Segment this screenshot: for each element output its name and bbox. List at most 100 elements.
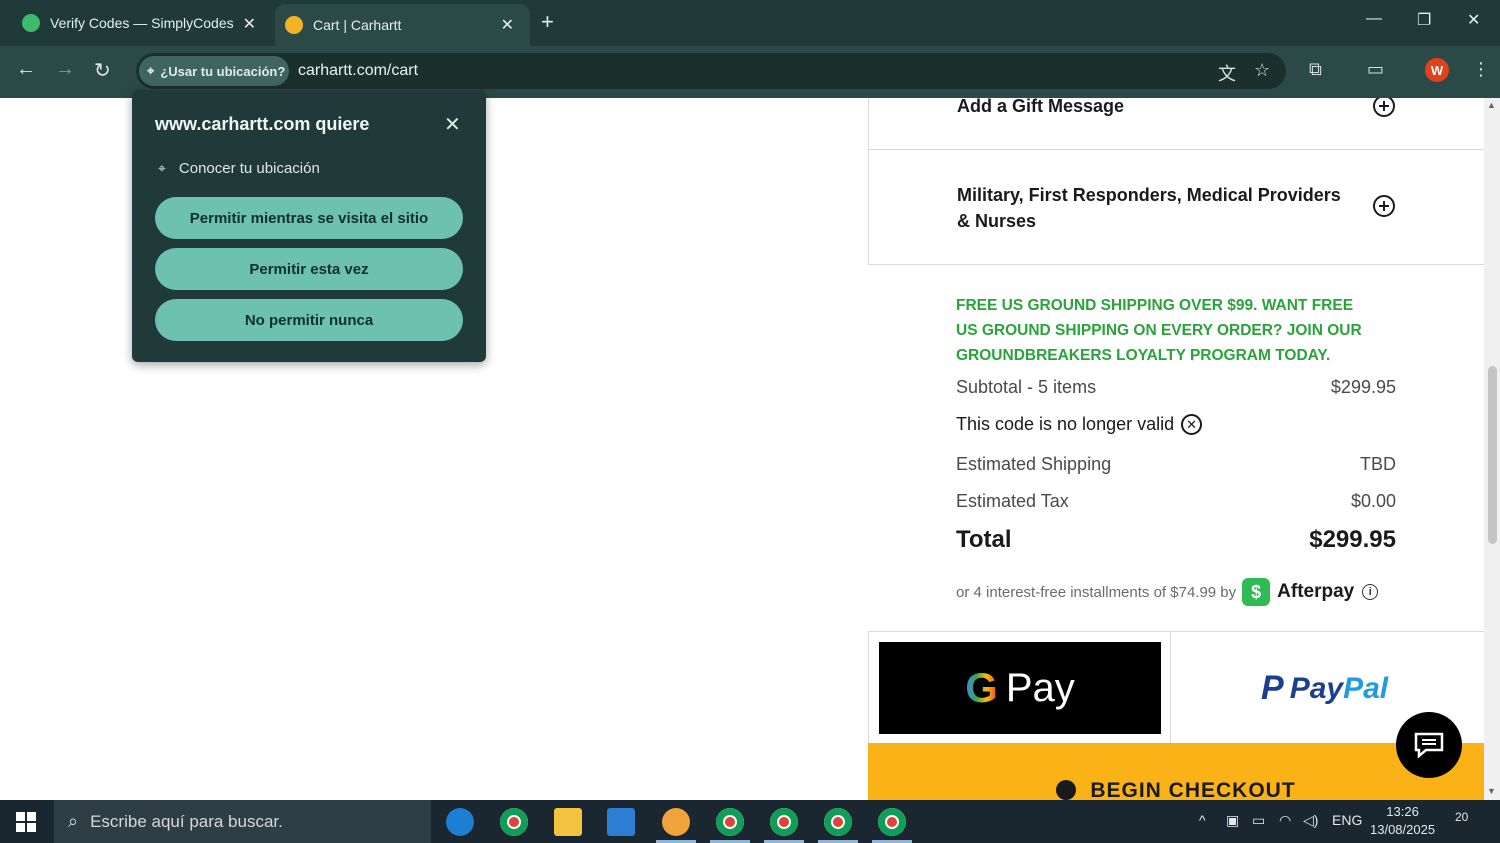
- clock-date: 13/08/2025: [1370, 822, 1436, 837]
- restore-window-icon[interactable]: ❐: [1417, 10, 1431, 30]
- remove-code-icon[interactable]: ✕: [1181, 414, 1203, 435]
- taskbar-clock[interactable]: 13:26 13/08/2025: [1370, 803, 1435, 839]
- shipping-row: Estimated Shipping TBD: [956, 454, 1396, 475]
- tax-value: $0.00: [1350, 491, 1396, 511]
- gpay-label: Pay: [1005, 665, 1075, 710]
- location-chip-label: ¿Usar tu ubicación?: [160, 63, 286, 79]
- begin-checkout-button[interactable]: BEGIN CHECKOUT: [868, 743, 1484, 800]
- windows-taskbar: ⌕ Escribe aquí para buscar. ^ ▣ ▭ ◠ ◁) E…: [0, 800, 1500, 843]
- chrome-profile-icon[interactable]: [824, 808, 852, 836]
- scroll-down-icon[interactable]: ▼: [1487, 786, 1496, 796]
- taskbar-search[interactable]: ⌕ Escribe aquí para buscar.: [54, 800, 431, 843]
- chrome-profile-icon[interactable]: [770, 808, 798, 836]
- simplycodes-favicon-icon: [22, 14, 40, 32]
- chat-button[interactable]: [1396, 712, 1462, 778]
- chrome-profile-icon[interactable]: [716, 808, 744, 836]
- language-indicator[interactable]: ENG: [1332, 812, 1362, 828]
- google-g-logo-icon: G: [965, 664, 998, 711]
- profile-avatar[interactable]: W: [1425, 58, 1449, 82]
- afterpay-text: or 4 interest-free installments of $74.9…: [956, 583, 1237, 601]
- start-tile: [16, 823, 25, 832]
- allow-this-time-button[interactable]: Permitir esta vez: [155, 248, 463, 290]
- afterpay-brand: Afterpay: [1277, 581, 1355, 602]
- windows-start-icon[interactable]: [16, 812, 36, 832]
- chrome-icon[interactable]: [500, 808, 528, 836]
- google-pay-button[interactable]: G Pay: [879, 642, 1161, 734]
- meet-now-icon[interactable]: ▣: [1226, 812, 1239, 829]
- military-label-line2: & Nurses: [957, 211, 1037, 231]
- scroll-thumb[interactable]: [1488, 366, 1497, 544]
- military-discount-row[interactable]: Military, First Responders, Medical Prov…: [869, 150, 1484, 265]
- close-window-icon[interactable]: ✕: [1467, 10, 1480, 30]
- tax-label: Estimated Tax: [956, 491, 1069, 511]
- never-allow-button[interactable]: No permitir nunca: [155, 299, 463, 341]
- start-tile: [16, 812, 25, 821]
- total-row: Total $299.95: [956, 526, 1396, 554]
- show-hidden-icons-icon[interactable]: ^: [1199, 812, 1206, 828]
- bookmark-star-icon[interactable]: ☆: [1254, 60, 1270, 81]
- paypal-button[interactable]: P Pay Pal: [1261, 669, 1388, 708]
- scroll-up-icon[interactable]: ▲: [1487, 100, 1496, 110]
- search-placeholder: Escribe aquí para buscar.: [90, 811, 283, 831]
- popup-title: www.carhartt.com quiere: [155, 114, 370, 134]
- paypal-label-pal: Pal: [1343, 671, 1389, 705]
- microsoft-store-icon[interactable]: [607, 808, 635, 836]
- tab-carhartt-cart[interactable]: Cart | Carhartt ✕: [275, 4, 530, 46]
- tab-simplycodes[interactable]: Verify Codes — SimplyCodes ✕: [0, 0, 272, 46]
- permission-text: Conocer tu ubicación: [178, 160, 320, 177]
- start-tile: [27, 812, 36, 821]
- express-payment-area: G Pay P Pay Pal: [868, 631, 1484, 744]
- chrome-profile-icon[interactable]: [878, 808, 906, 836]
- battery-icon[interactable]: ▭: [1252, 812, 1265, 829]
- location-pin-icon: ⌖: [147, 63, 155, 78]
- start-tile: [27, 823, 36, 832]
- close-tab-icon[interactable]: ✕: [501, 15, 514, 35]
- total-value: $299.95: [1309, 526, 1396, 553]
- menu-kebab-icon[interactable]: ⋮: [1472, 59, 1490, 80]
- app-icon[interactable]: [662, 808, 690, 836]
- back-arrow-icon[interactable]: ←: [16, 58, 36, 81]
- tab-title: Cart | Carhartt: [313, 17, 402, 33]
- shipping-label: Estimated Shipping: [956, 454, 1112, 474]
- notification-center-icon[interactable]: 20: [1455, 810, 1468, 824]
- popup-permission-line: ⌖ Conocer tu ubicación: [158, 160, 320, 177]
- edge-icon[interactable]: [446, 808, 474, 836]
- browser-tab-bar: Verify Codes — SimplyCodes ✕ Cart | Carh…: [0, 0, 1500, 46]
- forward-arrow-icon[interactable]: →: [55, 58, 75, 81]
- tax-row: Estimated Tax $0.00: [956, 491, 1396, 512]
- translate-icon[interactable]: 文: [1218, 60, 1236, 86]
- tab-title: Verify Codes — SimplyCodes: [50, 15, 234, 31]
- carhartt-favicon-icon: [285, 16, 303, 34]
- total-label: Total: [956, 526, 1012, 553]
- expand-plus-icon[interactable]: [1373, 98, 1395, 117]
- extensions-icon[interactable]: ⧉: [1309, 59, 1322, 80]
- url-text[interactable]: carhartt.com/cart: [298, 62, 418, 80]
- paypal-label-pay: Pay: [1289, 671, 1344, 705]
- tab-search-icon[interactable]: ▭: [1367, 59, 1384, 80]
- page-scrollbar[interactable]: ▲ ▼: [1484, 98, 1500, 800]
- wifi-icon[interactable]: ◠: [1279, 812, 1291, 829]
- expand-plus-icon[interactable]: [1373, 195, 1395, 217]
- volume-icon[interactable]: ◁): [1303, 812, 1318, 829]
- location-permission-popup: www.carhartt.com quiere ✕ ⌖ Conocer tu u…: [132, 90, 486, 362]
- subtotal-row: Subtotal - 5 items $299.95: [956, 377, 1396, 398]
- new-tab-icon[interactable]: +: [541, 9, 554, 35]
- location-pin-icon: ⌖: [158, 160, 166, 176]
- reload-icon[interactable]: ↻: [94, 58, 111, 83]
- file-explorer-icon[interactable]: [554, 808, 582, 836]
- location-permission-chip[interactable]: ⌖ ¿Usar tu ubicación?: [139, 56, 289, 86]
- close-tab-icon[interactable]: ✕: [243, 14, 256, 34]
- subtotal-value: $299.95: [1330, 377, 1396, 397]
- close-popup-icon[interactable]: ✕: [444, 112, 461, 137]
- cart-accordion: Add a Gift Message Military, First Respo…: [868, 98, 1484, 265]
- clock-time: 13:26: [1386, 804, 1419, 819]
- chat-bubble-icon: [1414, 732, 1444, 758]
- military-label-line1: Military, First Responders, Medical Prov…: [957, 185, 1341, 205]
- address-bar[interactable]: ⌖ ¿Usar tu ubicación? carhartt.com/cart …: [136, 53, 1286, 89]
- payment-divider: [1170, 632, 1171, 744]
- allow-while-visiting-button[interactable]: Permitir mientras se visita el sitio: [155, 197, 463, 239]
- minimize-icon[interactable]: —: [1366, 10, 1382, 28]
- info-icon[interactable]: i: [1362, 584, 1379, 600]
- gift-message-row[interactable]: Add a Gift Message: [869, 98, 1484, 150]
- subtotal-label: Subtotal - 5 items: [956, 377, 1097, 397]
